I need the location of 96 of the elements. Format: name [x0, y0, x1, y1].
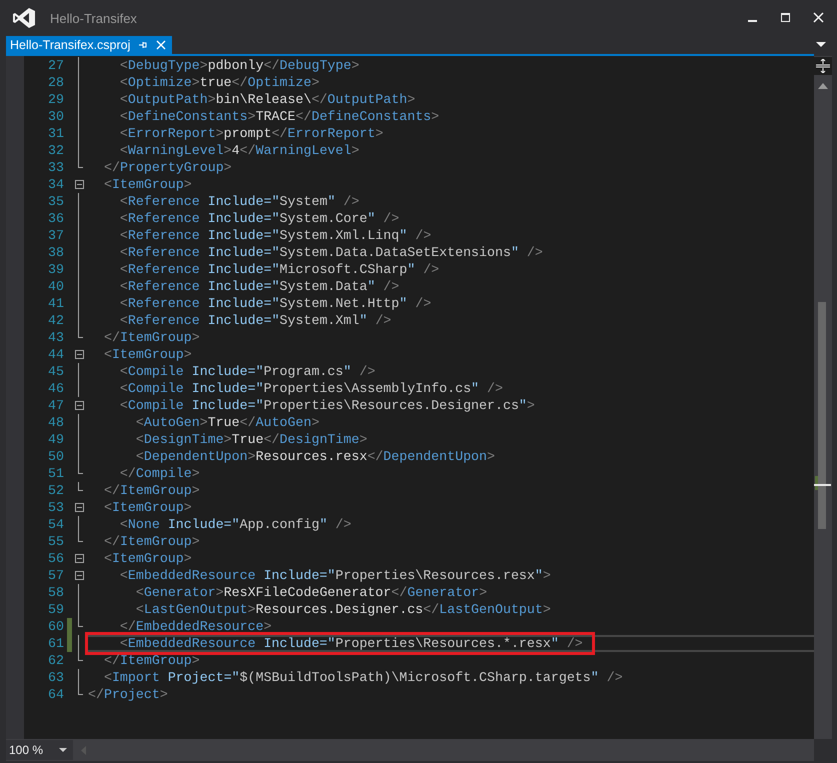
code-line: <Reference Include="System.Data.DataSetExtensions" />	[118, 245, 543, 260]
line-number: 64	[47, 686, 64, 703]
line-number: 30	[47, 108, 64, 125]
line-number: 45	[47, 363, 64, 380]
line-number: 41	[47, 295, 64, 312]
code-line: <Reference Include="Microsoft.CSharp" />	[118, 262, 440, 277]
code-line: </ItemGroup>	[102, 483, 200, 498]
code-line: <Compile Include="Program.cs" />	[118, 364, 376, 379]
code-line: </PropertyGroup>	[102, 160, 232, 175]
code-line: </Project>	[88, 687, 168, 702]
line-number: 32	[47, 142, 64, 159]
code-line: <Generator>ResXFileCodeGenerator</Generator>	[134, 585, 488, 600]
document-tab[interactable]: Hello-Transifex.csproj	[6, 36, 172, 54]
collapse-icon[interactable]	[74, 571, 84, 580]
collapse-icon[interactable]	[74, 401, 84, 410]
code-line: <ItemGroup>	[102, 551, 192, 566]
line-number: 59	[47, 601, 64, 618]
line-number: 37	[47, 227, 64, 244]
line-number: 47	[47, 397, 64, 414]
line-number: 55	[47, 533, 64, 550]
vertical-scrollbar[interactable]	[814, 56, 832, 739]
code-line: <DebugType>pdbonly</DebugType>	[118, 58, 360, 73]
code-line: </ItemGroup>	[102, 330, 200, 345]
line-number: 58	[47, 584, 64, 601]
line-number: 42	[47, 312, 64, 329]
code-line: <EmbeddedResource Include="Properties\Resources.*.resx" />	[118, 636, 583, 651]
close-icon[interactable]	[813, 12, 825, 24]
zoom-dropdown[interactable]: 100 %	[6, 740, 74, 760]
line-number: 39	[47, 261, 64, 278]
code-line: <LastGenOutput>Resources.Designer.cs</LastGenOutput>	[134, 602, 551, 617]
code-line: </ItemGroup>	[102, 653, 200, 668]
collapse-icon[interactable]	[74, 180, 84, 189]
code-line: <Reference Include="System.Net.Http" />	[118, 296, 432, 311]
code-line: </ItemGroup>	[102, 534, 200, 549]
line-number: 51	[47, 465, 64, 482]
line-number: 52	[47, 482, 64, 499]
code-line: </EmbeddedResource>	[118, 619, 272, 634]
code-line: <OutputPath>bin\Release\</OutputPath>	[118, 92, 416, 107]
code-line: <Reference Include="System" />	[118, 194, 360, 209]
line-number: 57	[47, 567, 64, 584]
window-title: Hello-Transifex	[50, 10, 137, 26]
code-line: <Reference Include="System.Xml.Linq" />	[118, 228, 432, 243]
scrollbar-thumb[interactable]	[818, 302, 826, 529]
line-number: 62	[47, 652, 64, 669]
line-number: 38	[47, 244, 64, 261]
line-number: 46	[47, 380, 64, 397]
collapse-icon[interactable]	[74, 350, 84, 359]
line-number: 44	[47, 346, 64, 363]
scroll-up-icon[interactable]	[818, 83, 828, 89]
code-line: <Import Project="$(MSBuildToolsPath)\Microsoft.CSharp.targets" />	[102, 670, 623, 685]
line-number: 27	[47, 57, 64, 74]
pin-icon[interactable]	[138, 40, 148, 50]
line-number: 31	[47, 125, 64, 142]
dropdown-icon[interactable]	[816, 42, 826, 48]
app-logo-icon	[12, 7, 36, 29]
code-line: <None Include="App.config" />	[118, 517, 352, 532]
line-number: 54	[47, 516, 64, 533]
code-line: <EmbeddedResource Include="Properties\Resources.resx">	[118, 568, 551, 583]
code-line: <WarningLevel>4</WarningLevel>	[118, 143, 360, 158]
maximize-icon[interactable]	[780, 12, 792, 24]
line-number: 50	[47, 448, 64, 465]
line-number: 53	[47, 499, 64, 516]
line-number: 28	[47, 74, 64, 91]
code-line: <Reference Include="System.Data" />	[118, 279, 400, 294]
code-line: <Reference Include="System.Core" />	[118, 211, 400, 226]
code-line: <DesignTime>True</DesignTime>	[134, 432, 368, 447]
line-number: 60	[47, 618, 64, 635]
line-number: 43	[47, 329, 64, 346]
code-line: <Reference Include="System.Xml" />	[118, 313, 392, 328]
line-number: 35	[47, 193, 64, 210]
code-line: <ItemGroup>	[102, 177, 192, 192]
split-icon[interactable]	[814, 57, 832, 75]
line-number: 49	[47, 431, 64, 448]
line-number: 48	[47, 414, 64, 431]
code-line: <Compile Include="Properties\Resources.Designer.cs">	[118, 398, 535, 413]
line-number: 56	[47, 550, 64, 567]
line-number: 33	[47, 159, 64, 176]
code-line: <Optimize>true</Optimize>	[118, 75, 320, 90]
code-line: <AutoGen>True</AutoGen>	[134, 415, 320, 430]
collapse-icon[interactable]	[74, 503, 84, 512]
caret-marker	[814, 484, 831, 486]
line-number: 61	[47, 635, 64, 652]
collapse-icon[interactable]	[74, 554, 84, 563]
line-number: 63	[47, 669, 64, 686]
code-line: <DependentUpon>Resources.resx</DependentUpon>	[134, 449, 495, 464]
code-line: <ItemGroup>	[102, 500, 192, 515]
caret-icon[interactable]	[59, 748, 68, 752]
code-line: </Compile>	[118, 466, 200, 481]
code-line: <ErrorReport>prompt</ErrorReport>	[118, 126, 384, 141]
line-number: 29	[47, 91, 64, 108]
code-line: <ItemGroup>	[102, 347, 192, 362]
line-number: 34	[47, 176, 64, 193]
code-line: <DefineConstants>TRACE</DefineConstants>	[118, 109, 440, 124]
code-line: <Compile Include="Properties\AssemblyInfo.cs" />	[118, 381, 503, 396]
line-number: 40	[47, 278, 64, 295]
line-number: 36	[47, 210, 64, 227]
